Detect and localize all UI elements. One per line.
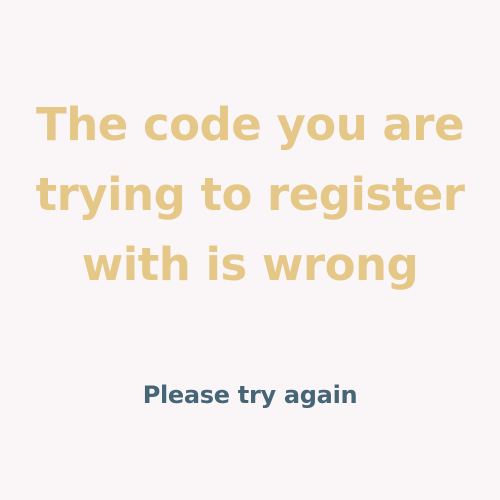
- retry-message: Please try again: [142, 381, 358, 409]
- error-screen: The code you are trying to register with…: [0, 0, 500, 500]
- error-headline-line: The code you are: [36, 98, 464, 151]
- error-headline-line: trying to register: [35, 168, 465, 221]
- error-headline: The code you are trying to register with…: [0, 90, 500, 300]
- error-headline-line: with is wrong: [81, 238, 419, 291]
